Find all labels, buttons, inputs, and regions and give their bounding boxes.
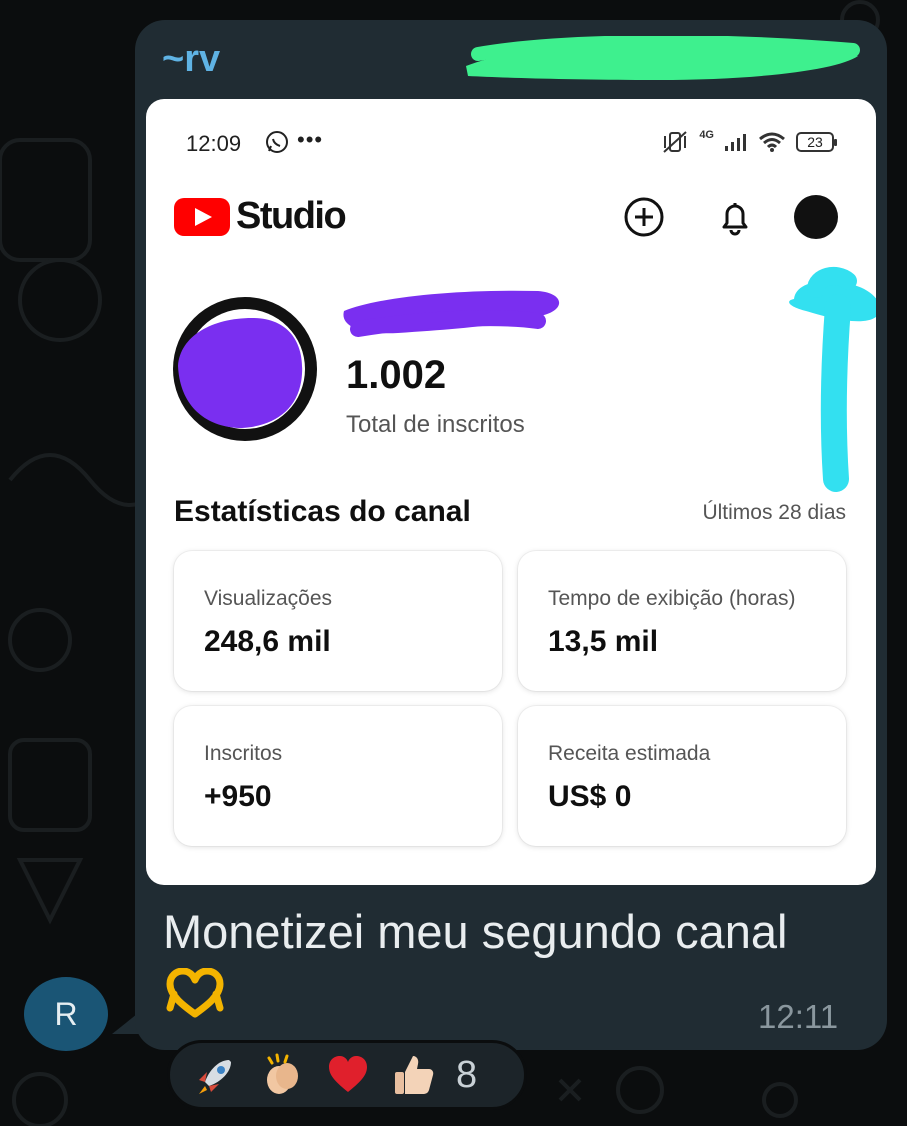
sender-name[interactable]: ~rv — [162, 38, 220, 81]
status-bar-right: 4G 23 — [661, 129, 837, 155]
stat-label: Visualizações — [204, 587, 333, 610]
shared-screenshot[interactable]: 12:09 ••• 4G 23 Studio 1.002 Total de in… — [146, 99, 876, 885]
youtube-play-icon — [174, 197, 230, 236]
youtube-studio-logo: Studio — [174, 195, 347, 238]
stat-card-views[interactable]: Visualizações 248,6 mil — [174, 551, 502, 691]
battery-icon: 23 — [796, 132, 837, 152]
create-icon[interactable] — [622, 195, 666, 239]
redaction-scribble-green — [466, 36, 860, 80]
whatsapp-icon — [266, 131, 288, 153]
stat-card-subscribers[interactable]: Inscritos +950 — [174, 706, 502, 846]
message-text: Monetizei meu segundo canal — [163, 905, 788, 958]
stats-period[interactable]: Últimos 28 dias — [702, 501, 846, 525]
stat-value: 248,6 mil — [204, 625, 331, 658]
subscriber-label: Total de inscritos — [346, 411, 525, 438]
stat-label: Tempo de exibição (horas) — [548, 587, 796, 610]
more-notifications-icon: ••• — [297, 127, 324, 152]
stat-card-watch-time[interactable]: Tempo de exibição (horas) 13,5 mil — [518, 551, 846, 691]
stats-title: Estatísticas do canal — [174, 495, 471, 528]
thumbs-up-icon — [388, 1049, 440, 1101]
stat-value: US$ 0 — [548, 780, 632, 813]
redaction-scribble-cyan — [789, 266, 876, 492]
stat-value: +950 — [204, 780, 272, 813]
reactions-bar[interactable]: 8 — [167, 1040, 527, 1110]
message-time: 12:11 — [758, 998, 839, 1035]
stat-label: Inscritos — [204, 742, 283, 765]
notifications-bell-icon[interactable] — [713, 195, 757, 239]
reaction-count: 8 — [456, 1053, 478, 1096]
wifi-icon — [759, 132, 785, 152]
vibrate-off-icon — [663, 131, 687, 153]
status-time: 12:09 — [186, 131, 242, 156]
redaction-scribble-purple — [343, 290, 560, 337]
signal-icon — [725, 134, 746, 151]
network-type: 4G — [699, 129, 714, 141]
subscriber-count: 1.002 — [346, 353, 447, 397]
sender-avatar[interactable]: R — [24, 977, 108, 1051]
rocket-icon — [190, 1049, 242, 1101]
heart-hands-icon — [166, 968, 224, 1018]
red-heart-icon — [322, 1049, 374, 1101]
stat-card-revenue[interactable]: Receita estimada US$ 0 — [518, 706, 846, 846]
app-name: Studio — [236, 195, 347, 237]
channel-avatar[interactable] — [172, 296, 318, 442]
stat-label: Receita estimada — [548, 742, 711, 765]
stat-value: 13,5 mil — [548, 625, 659, 658]
clapping-hands-icon — [256, 1049, 308, 1101]
